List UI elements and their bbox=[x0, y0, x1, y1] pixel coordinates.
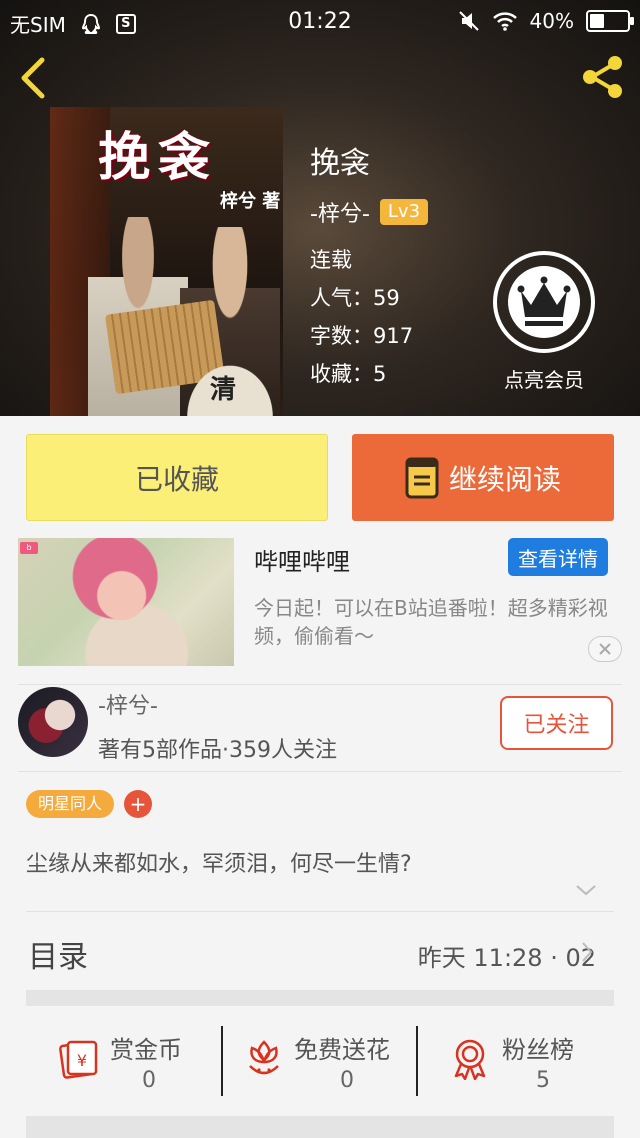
status-bar: 无SIM S 01:22 40% bbox=[0, 0, 640, 44]
fan-ranking-button[interactable]: 粉丝榜 5 bbox=[448, 1030, 588, 1100]
book-status: 连载 bbox=[310, 248, 352, 272]
svg-text:¥: ¥ bbox=[77, 1051, 87, 1070]
level-badge: Lv3 bbox=[379, 199, 429, 225]
author-card-name[interactable]: -梓兮- bbox=[98, 688, 158, 720]
cover-author: 梓兮 著 bbox=[220, 191, 281, 212]
cover-fan-text: 清 bbox=[210, 375, 237, 405]
ad-detail-label: 查看详情 bbox=[518, 546, 598, 571]
section-separator bbox=[26, 990, 614, 1006]
wifi-icon bbox=[492, 10, 518, 32]
author-card-meta: 著有5部作品·359人关注 bbox=[98, 738, 337, 763]
toc-label[interactable]: 目录 bbox=[28, 932, 88, 976]
toc-open-button[interactable] bbox=[580, 940, 594, 964]
reward-coins-button[interactable]: ¥ 赏金币 0 bbox=[56, 1030, 216, 1100]
toc-latest-update[interactable]: 昨天 11:28 · 02 bbox=[418, 938, 596, 973]
follow-label: 已关注 bbox=[523, 713, 590, 738]
fan-ranking-value: 5 bbox=[536, 1068, 550, 1093]
tag-item[interactable]: 明星同人 bbox=[26, 790, 115, 818]
ad-description[interactable]: 今日起！可以在B站追番啦！超多精彩视频，偷偷看～ bbox=[254, 594, 620, 650]
ad-detail-button[interactable]: 查看详情 bbox=[508, 538, 608, 576]
medal-icon bbox=[454, 1039, 486, 1080]
cover-title: 挽衾 bbox=[98, 127, 219, 188]
book-favorites: 收藏：5 bbox=[310, 362, 387, 386]
collected-button[interactable]: 已收藏 bbox=[26, 434, 328, 521]
coin-envelope-icon: ¥ bbox=[59, 1040, 98, 1079]
fan-ranking-label: 粉丝榜 bbox=[502, 1036, 574, 1064]
reward-coins-value: 0 bbox=[142, 1068, 156, 1093]
share-button[interactable] bbox=[578, 52, 628, 102]
vip-label[interactable]: 点亮会员 bbox=[470, 364, 618, 393]
flower-icon bbox=[249, 1040, 279, 1075]
back-button[interactable] bbox=[14, 54, 54, 102]
battery-icon bbox=[586, 10, 634, 32]
battery-percent: 40% bbox=[529, 9, 574, 33]
book-title: 挽衾 bbox=[310, 146, 370, 181]
continue-reading-label: 继续阅读 bbox=[448, 462, 561, 496]
reward-coins-label: 赏金币 bbox=[110, 1036, 182, 1064]
divider bbox=[18, 771, 622, 772]
collected-label: 已收藏 bbox=[134, 462, 219, 496]
book-author-row[interactable]: -梓兮- Lv3 bbox=[310, 196, 429, 228]
chevron-down-icon bbox=[576, 885, 596, 896]
book-intro[interactable]: 尘缘从来都如水，罕须泪，何尽一生情? bbox=[26, 846, 412, 878]
send-flower-value: 0 bbox=[340, 1068, 354, 1093]
chevron-right-icon bbox=[582, 942, 593, 962]
book-header: 无SIM S 01:22 40% 挽衾 梓兮 著 清 挽衾 -梓兮- Lv3 连… bbox=[0, 0, 640, 416]
bilibili-logo-icon: b bbox=[20, 542, 38, 554]
send-flower-button[interactable]: 免费送花 0 bbox=[240, 1030, 410, 1100]
ad-image[interactable] bbox=[18, 538, 234, 666]
vertical-divider bbox=[221, 1026, 223, 1096]
book-popularity: 人气：59 bbox=[310, 286, 400, 310]
book-icon bbox=[405, 457, 439, 498]
book-author[interactable]: -梓兮- bbox=[310, 196, 370, 228]
follow-button[interactable]: 已关注 bbox=[500, 696, 613, 750]
add-tag-button[interactable]: + bbox=[124, 790, 152, 818]
ad-title[interactable]: 哔哩哔哩 bbox=[254, 542, 350, 577]
author-avatar[interactable] bbox=[18, 687, 88, 757]
book-word-count: 字数：917 bbox=[310, 324, 414, 348]
section-separator bbox=[26, 1116, 614, 1138]
ad-close-button[interactable] bbox=[588, 636, 622, 662]
divider bbox=[26, 911, 614, 912]
share-icon bbox=[583, 56, 622, 98]
divider bbox=[18, 684, 622, 685]
vip-button[interactable] bbox=[493, 251, 595, 353]
book-cover[interactable]: 挽衾 梓兮 著 清 bbox=[50, 107, 283, 416]
close-icon bbox=[599, 643, 611, 655]
crown-icon bbox=[508, 266, 580, 338]
send-flower-label: 免费送花 bbox=[294, 1036, 390, 1064]
mute-icon bbox=[458, 10, 480, 32]
expand-intro-button[interactable] bbox=[574, 882, 598, 898]
continue-reading-button[interactable]: 继续阅读 bbox=[352, 434, 614, 521]
vertical-divider bbox=[416, 1026, 418, 1096]
